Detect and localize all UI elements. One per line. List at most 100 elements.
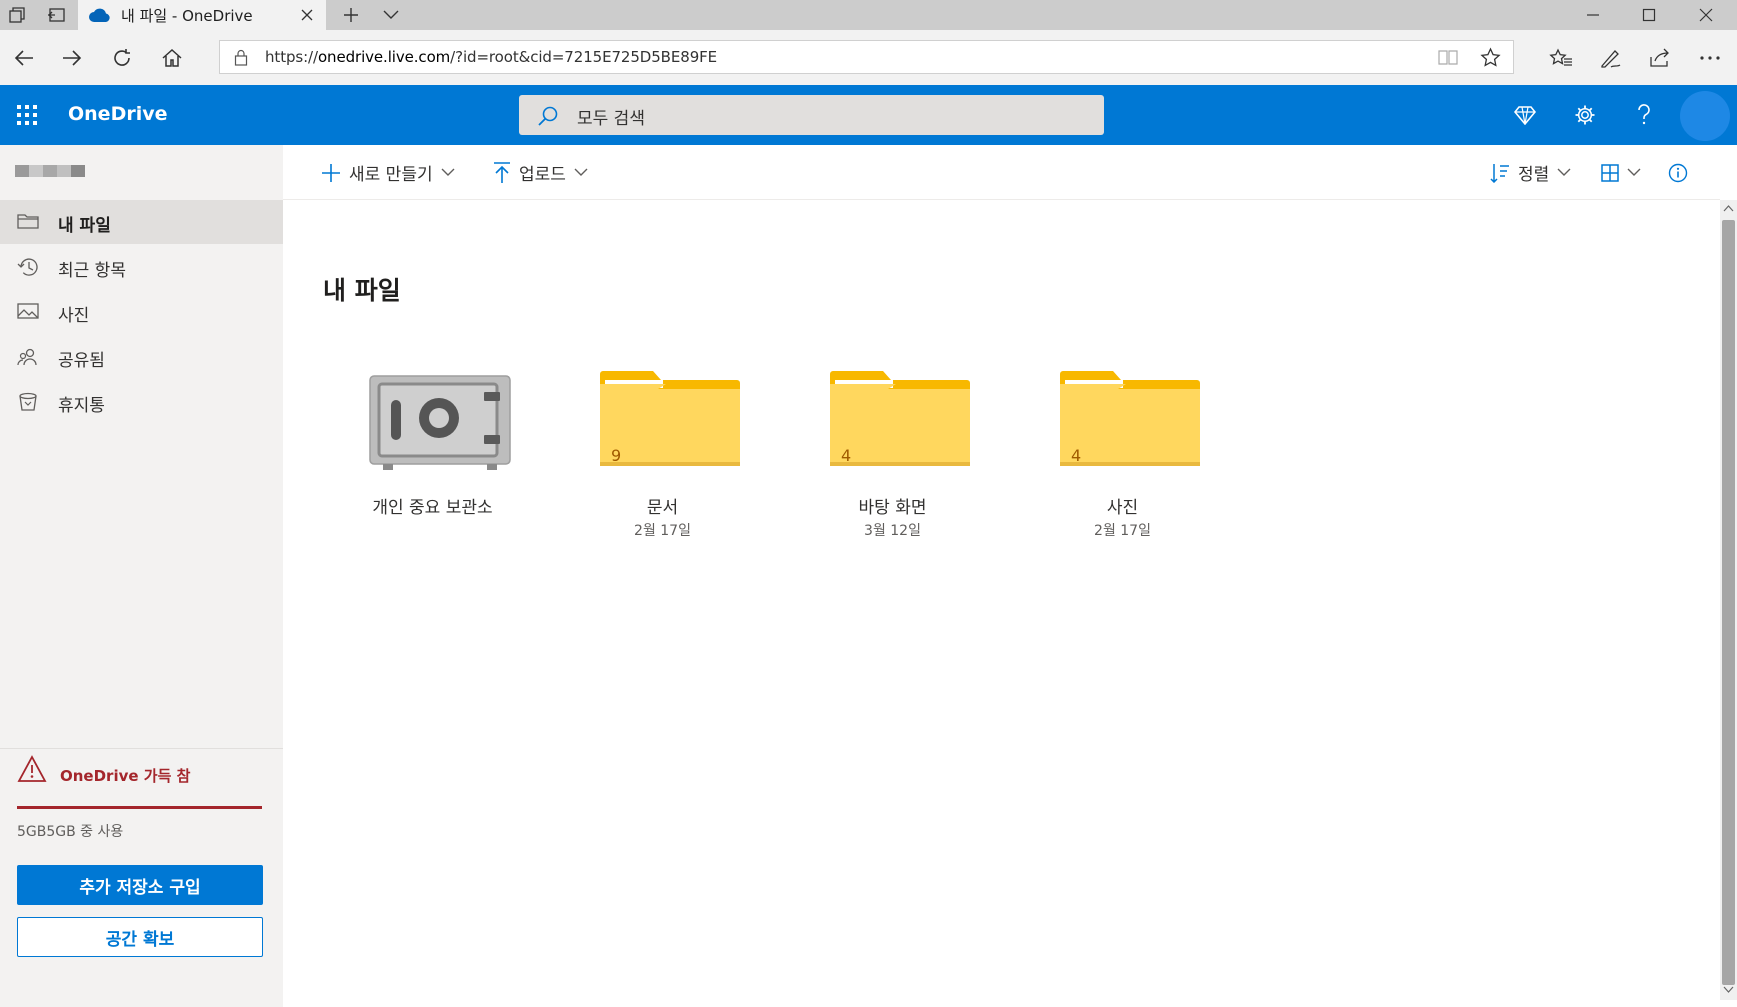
account-avatar[interactable] — [1680, 91, 1730, 141]
search-box[interactable]: 모두 검색 — [519, 95, 1104, 135]
tile-name: 개인 중요 보관소 — [372, 498, 493, 518]
brand-title[interactable]: OneDrive — [68, 103, 168, 125]
folder-item-count: 9 — [611, 446, 622, 465]
plus-icon — [321, 163, 341, 183]
scroll-up-icon[interactable] — [1723, 204, 1734, 212]
close-window-icon[interactable] — [1678, 0, 1734, 30]
grid-view-icon — [1601, 163, 1619, 182]
search-icon — [537, 105, 559, 127]
tile-folder-photos[interactable]: 4 사진 2월 17일 — [1035, 370, 1210, 570]
maximize-icon[interactable] — [1621, 0, 1677, 30]
browser-tab-strip: 내 파일 - OneDrive — [0, 0, 1737, 30]
sidebar-item-my-files[interactable]: 내 파일 — [0, 200, 283, 244]
browser-tab-active[interactable]: 내 파일 - OneDrive — [78, 0, 326, 30]
back-icon[interactable] — [0, 30, 48, 85]
storage-usage-text: 5GB5GB 중 사용 — [17, 824, 124, 840]
share-icon[interactable] — [1636, 30, 1684, 85]
buy-storage-button[interactable]: 추가 저장소 구입 — [17, 865, 263, 905]
sort-button-label: 정렬 — [1518, 165, 1550, 185]
tab-title: 내 파일 - OneDrive — [121, 7, 253, 25]
image-icon — [17, 302, 39, 320]
tab-preview-icon[interactable] — [47, 6, 67, 24]
folder-item-count: 4 — [1071, 446, 1082, 465]
tab-set-aside-icon[interactable] — [8, 6, 26, 24]
people-icon — [17, 347, 39, 367]
onedrive-cloud-icon — [88, 8, 112, 23]
minimize-icon[interactable] — [1565, 0, 1621, 30]
lock-icon[interactable] — [234, 49, 248, 66]
details-pane-button[interactable] — [1668, 145, 1688, 200]
free-up-space-button[interactable]: 공간 확보 — [17, 917, 263, 957]
url-text[interactable]: https://onedrive.live.com/?id=root&cid=7… — [265, 48, 717, 66]
folder-icon — [17, 212, 39, 230]
sidebar-item-label: 최근 항목 — [58, 261, 126, 281]
new-button-label: 새로 만들기 — [349, 165, 433, 185]
sidebar-item-label: 사진 — [58, 306, 90, 326]
favorites-hub-icon[interactable] — [1537, 30, 1585, 85]
command-bar: 새로 만들기 업로드 정렬 — [283, 145, 1720, 200]
tile-name: 사진 — [1106, 498, 1139, 518]
address-bar[interactable]: https://onedrive.live.com/?id=root&cid=7… — [219, 40, 1514, 74]
chevron-down-icon — [441, 168, 455, 177]
scrollbar-thumb[interactable] — [1722, 220, 1735, 985]
view-options-button[interactable] — [1601, 145, 1641, 200]
storage-full-warning[interactable]: OneDrive 가득 참 — [60, 765, 190, 786]
tab-list-chevron-icon[interactable] — [382, 8, 400, 20]
web-note-pen-icon[interactable] — [1587, 30, 1635, 85]
home-icon[interactable] — [148, 30, 196, 85]
settings-gear-icon[interactable] — [1560, 85, 1610, 145]
sidebar-item-photos[interactable]: 사진 — [0, 290, 283, 334]
browser-navbar: https://onedrive.live.com/?id=root&cid=7… — [0, 30, 1737, 85]
chevron-down-icon — [1557, 168, 1571, 177]
tile-name: 바탕 화면 — [858, 498, 927, 518]
page-title: 내 파일 — [323, 276, 401, 305]
tile-date: 2월 17일 — [1094, 523, 1151, 539]
sidebar-divider — [0, 748, 283, 749]
folder-icon: 4 — [829, 370, 971, 472]
recycle-bin-icon — [17, 392, 39, 412]
warning-triangle-icon — [17, 755, 47, 783]
forward-icon[interactable] — [48, 30, 96, 85]
favorite-star-icon[interactable] — [1480, 47, 1501, 68]
app-launcher-waffle-icon[interactable] — [17, 105, 37, 125]
left-navigation: 내 파일 최근 항목 사진 공유됨 휴지통 OneDrive 가득 참 5GB5… — [0, 145, 283, 1007]
premium-diamond-icon[interactable] — [1500, 85, 1550, 145]
tile-name: 문서 — [646, 498, 679, 518]
help-question-icon[interactable] — [1619, 85, 1669, 145]
tile-folder-desktop[interactable]: 4 바탕 화면 3월 12일 — [805, 370, 980, 570]
new-tab-icon[interactable] — [342, 6, 360, 24]
storage-usage-bar — [17, 806, 262, 809]
new-button[interactable]: 새로 만들기 — [321, 145, 455, 200]
search-placeholder[interactable]: 모두 검색 — [577, 104, 645, 129]
close-tab-icon[interactable] — [300, 8, 314, 22]
sidebar-item-recycle-bin[interactable]: 휴지통 — [0, 380, 283, 424]
folder-icon: 9 — [599, 370, 741, 472]
tile-date: 3월 12일 — [864, 523, 921, 539]
info-icon — [1668, 163, 1688, 183]
folder-item-count: 4 — [841, 446, 852, 465]
refresh-icon[interactable] — [98, 30, 146, 85]
upload-button-label: 업로드 — [519, 165, 566, 185]
tile-date: 2월 17일 — [634, 523, 691, 539]
reading-view-icon[interactable] — [1438, 49, 1458, 66]
more-options-icon[interactable] — [1686, 30, 1734, 85]
vault-safe-icon — [369, 370, 511, 472]
onedrive-header: OneDrive 모두 검색 — [0, 85, 1737, 145]
upload-arrow-icon — [493, 161, 511, 184]
sidebar-item-recent[interactable]: 최근 항목 — [0, 245, 283, 289]
tile-folder-documents[interactable]: 9 문서 2월 17일 — [575, 370, 750, 570]
sidebar-item-label: 내 파일 — [58, 216, 111, 236]
chevron-down-icon — [1627, 168, 1641, 177]
sort-icon — [1490, 163, 1510, 183]
scroll-down-icon[interactable] — [1723, 986, 1734, 994]
folder-icon: 4 — [1059, 370, 1201, 472]
sidebar-item-label: 휴지통 — [58, 396, 105, 416]
chevron-down-icon — [574, 168, 588, 177]
tile-personal-vault[interactable]: 개인 중요 보관소 — [345, 370, 520, 570]
sidebar-item-shared[interactable]: 공유됨 — [0, 335, 283, 379]
user-name-redacted — [15, 165, 85, 177]
sidebar-item-label: 공유됨 — [58, 351, 105, 371]
sort-button[interactable]: 정렬 — [1490, 145, 1571, 200]
history-icon — [17, 257, 39, 277]
upload-button[interactable]: 업로드 — [493, 145, 588, 200]
